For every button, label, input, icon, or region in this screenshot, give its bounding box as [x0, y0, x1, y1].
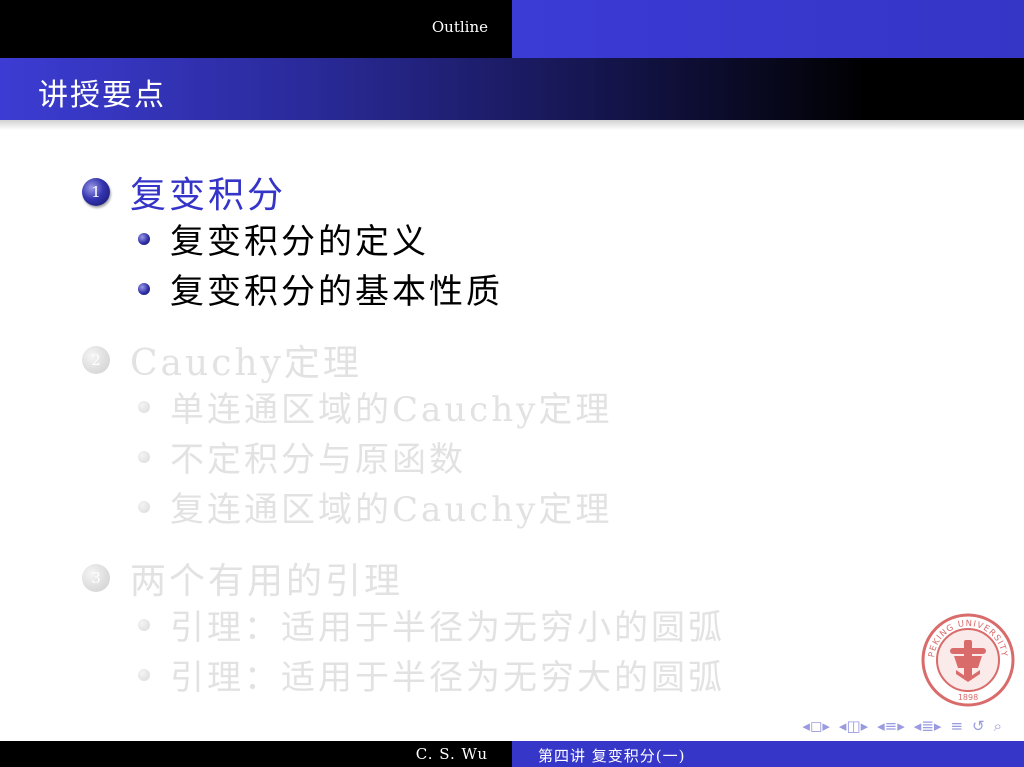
subsection-label: 引理：适用于半径为无穷小的圆弧 — [170, 608, 725, 648]
subsection-item[interactable]: 单连通区域的Cauchy定理 — [138, 382, 612, 431]
slide-content: 1 复变积分 复变积分的定义 复变积分的基本性质 2 Cauchy定理 单连通区… — [0, 0, 1024, 767]
nav-search-icon[interactable]: ⌕ — [994, 717, 1002, 735]
section-title: 复变积分 — [130, 175, 287, 216]
bullet-icon — [138, 282, 150, 295]
subsection-label: 复变积分的基本性质 — [170, 272, 503, 312]
subsection-label: 不定积分与原函数 — [170, 440, 466, 480]
footer-author: C. S. Wu — [415, 745, 488, 763]
subsection-item[interactable]: 复连通区域的Cauchy定理 — [138, 482, 612, 531]
bullet-icon — [138, 232, 150, 245]
bullet-icon — [138, 500, 150, 513]
subsection-item[interactable]: 引理：适用于半径为无穷大的圆弧 — [138, 650, 725, 699]
subsection-label: 复连通区域的Cauchy定理 — [170, 490, 613, 530]
nav-search-back-icon[interactable]: ↺ — [972, 717, 985, 735]
nav-appendix-icon[interactable]: ≡ — [950, 717, 963, 735]
footer-left-pane: C. S. Wu — [0, 741, 512, 767]
section-number-ball: 1 — [82, 178, 110, 206]
navigation-symbols: ◂◻▸ ◂◫▸ ◂≡▸ ◂≣▸ ≡ ↺ ⌕ — [634, 714, 1024, 738]
logo-year: 1898 — [958, 693, 978, 702]
section-1[interactable]: 1 复变积分 — [82, 166, 286, 218]
section-2[interactable]: 2 Cauchy定理 — [82, 334, 362, 386]
nav-section-icon[interactable]: ◂≡▸ — [877, 717, 905, 735]
bullet-icon — [138, 618, 150, 631]
section-number-ball: 3 — [82, 564, 110, 592]
section-3[interactable]: 3 两个有用的引理 — [82, 552, 403, 604]
footer-right-pane: 第四讲 复变积分(一) — [512, 741, 1024, 767]
nav-document-icon[interactable]: ◂≣▸ — [914, 717, 942, 735]
footer-lecture-title: 第四讲 复变积分(一) — [538, 747, 686, 765]
subsection-item[interactable]: 引理：适用于半径为无穷小的圆弧 — [138, 600, 725, 649]
section-number-ball: 2 — [82, 346, 110, 374]
section-title: 两个有用的引理 — [130, 561, 404, 602]
subsection-label: 单连通区域的Cauchy定理 — [170, 390, 613, 430]
university-logo: PEKING UNIVERSITY 1898 — [921, 613, 1015, 707]
section-number: 1 — [91, 183, 101, 201]
nav-frame-prev-icon[interactable]: ◂◻▸ — [802, 717, 830, 735]
subsection-item[interactable]: 复变积分的基本性质 — [138, 264, 503, 313]
bullet-icon — [138, 668, 150, 681]
footer-bar: C. S. Wu 第四讲 复变积分(一) — [0, 741, 1024, 767]
subsection-label: 复变积分的定义 — [170, 222, 429, 262]
section-number: 2 — [91, 351, 101, 369]
subsection-item[interactable]: 复变积分的定义 — [138, 214, 429, 263]
subsection-label: 引理：适用于半径为无穷大的圆弧 — [170, 658, 725, 698]
subsection-item[interactable]: 不定积分与原函数 — [138, 432, 466, 481]
nav-subsection-icon[interactable]: ◂◫▸ — [839, 717, 868, 735]
section-title: Cauchy定理 — [130, 343, 362, 384]
bullet-icon — [138, 400, 150, 413]
section-number: 3 — [91, 569, 101, 587]
bullet-icon — [138, 450, 150, 463]
